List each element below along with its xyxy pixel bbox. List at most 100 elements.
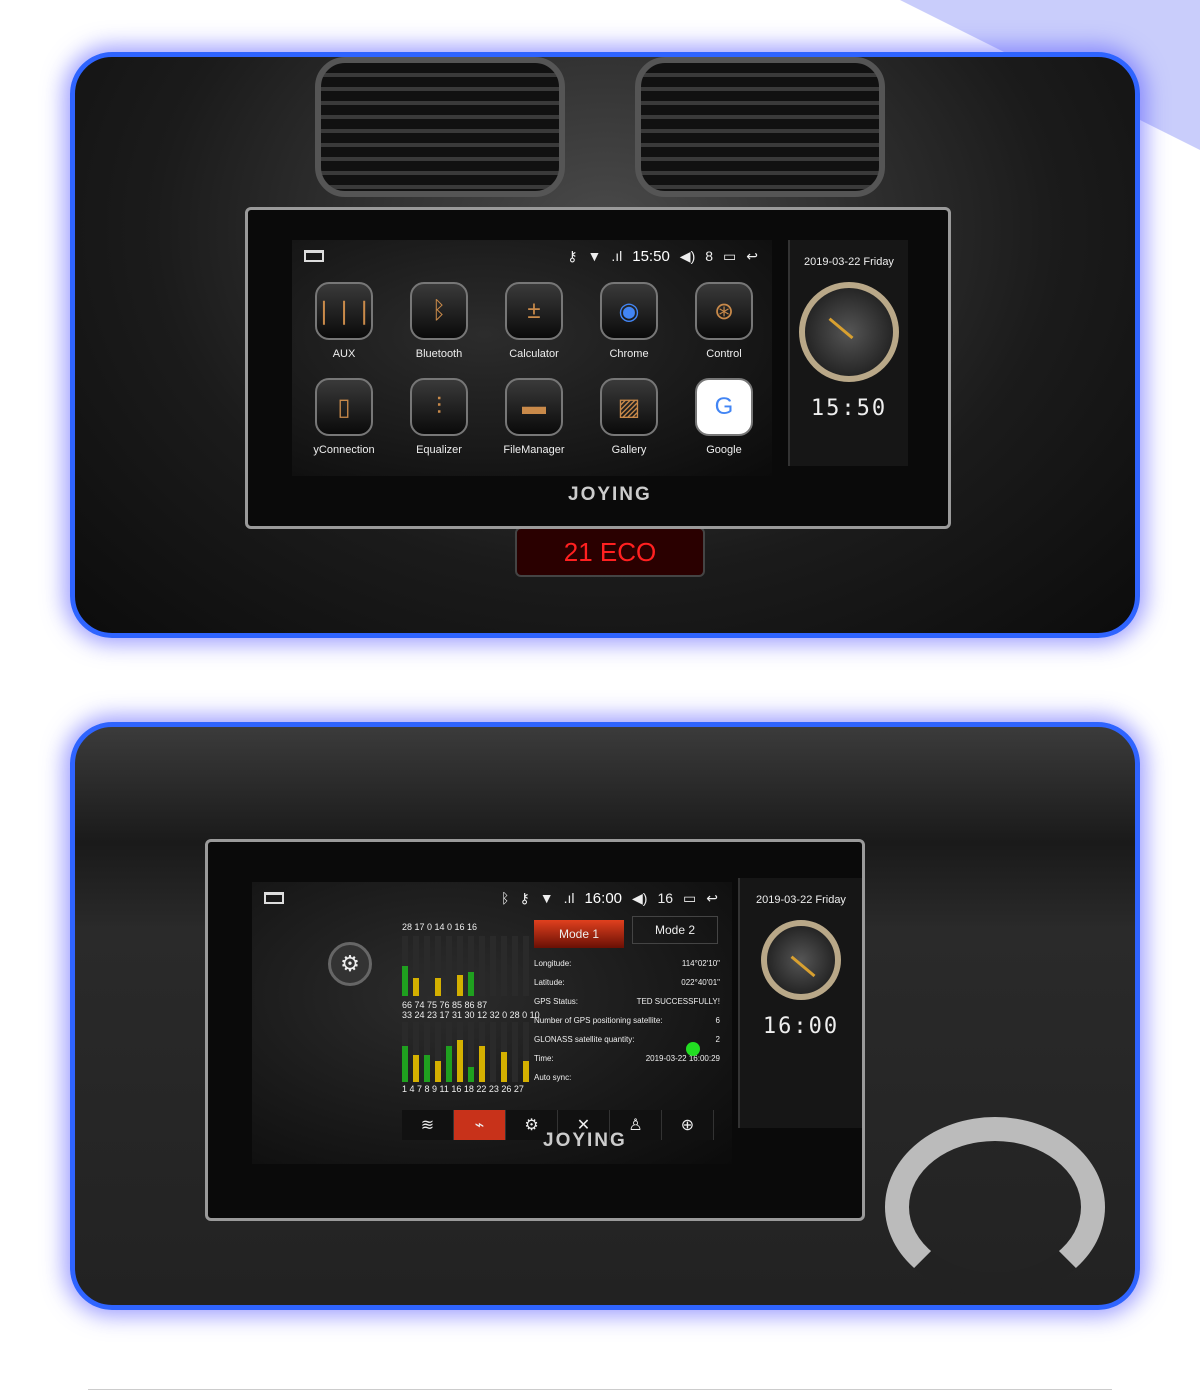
globe-icon[interactable]: ⊕ bbox=[662, 1110, 714, 1140]
signal-bar bbox=[468, 936, 474, 996]
app-chrome[interactable]: ◉ Chrome bbox=[583, 282, 675, 360]
volume-level: 16 bbox=[657, 890, 674, 906]
air-vent-left bbox=[315, 57, 565, 197]
signal-bar bbox=[479, 1022, 485, 1082]
gps-value: TED SUCCESSFULLY! bbox=[636, 997, 720, 1006]
recent-apps-icon[interactable]: ▭ bbox=[683, 890, 696, 907]
settings-knob-icon[interactable]: ⚙ bbox=[328, 942, 372, 986]
app-label: Equalizer bbox=[416, 444, 462, 456]
gps-label: Longitude: bbox=[534, 959, 572, 968]
signal-bar bbox=[512, 936, 518, 996]
app-label: Bluetooth bbox=[415, 348, 463, 360]
gps-value: 2019-03-22 16:00:29 bbox=[645, 1054, 720, 1063]
wifi-icon: ▼ bbox=[587, 248, 602, 264]
widget-date: 2019-03-22 Friday bbox=[804, 256, 894, 268]
status-bar: ᛒ ⚷ ▼ .ıl 16:00 ◀) 16 ▭ ↩ bbox=[252, 882, 732, 914]
phone-link-icon: ▯ bbox=[315, 378, 373, 436]
equalizer-icon: ⫶ bbox=[410, 378, 468, 436]
widget-time: 16:00 bbox=[762, 1014, 840, 1039]
gps-row: GPS Status: TED SUCCESSFULLY! bbox=[534, 992, 720, 1011]
gps-row: Auto sync: bbox=[534, 1068, 720, 1087]
signal-bar bbox=[490, 1022, 496, 1082]
app-google[interactable]: G Google bbox=[678, 378, 770, 456]
app-calculator[interactable]: ± Calculator bbox=[488, 282, 580, 360]
auto-sync-toggle[interactable] bbox=[686, 1042, 700, 1056]
home-icon[interactable] bbox=[264, 892, 284, 904]
folder-icon: ▬ bbox=[505, 378, 563, 436]
head-unit-bezel: ⚷ ▼ .ıl 15:50 ◀) 8 ▭ ↩ ❘❘❘ AUX ᛒ Bluetooth ±… bbox=[245, 207, 951, 529]
4g-signal-icon: .ıl bbox=[563, 890, 575, 906]
gps-label: GPS Status: bbox=[534, 997, 579, 1006]
widget-date: 2019-03-22 Friday bbox=[756, 894, 846, 906]
calculator-icon: ± bbox=[505, 282, 563, 340]
glonass-signal-bars bbox=[402, 1022, 529, 1082]
app-filemanager[interactable]: ▬ FileManager bbox=[488, 378, 580, 456]
signal-bar bbox=[435, 1022, 441, 1082]
app-aux[interactable]: ❘❘❘ AUX bbox=[298, 282, 390, 360]
signal-bar bbox=[457, 936, 463, 996]
back-icon[interactable]: ↩ bbox=[746, 248, 758, 265]
back-icon[interactable]: ↩ bbox=[706, 890, 718, 907]
signal-bar bbox=[446, 1022, 452, 1082]
app-label: Calculator bbox=[509, 348, 559, 360]
signal-bar bbox=[435, 936, 441, 996]
satellite-top-ids: 28 17 0 14 0 16 16 bbox=[402, 922, 478, 932]
signal-bar bbox=[468, 1022, 474, 1082]
app-label: Gallery bbox=[611, 444, 647, 456]
chrome-icon: ◉ bbox=[600, 282, 658, 340]
recent-apps-icon[interactable]: ▭ bbox=[723, 248, 736, 265]
mode-2-tab[interactable]: Mode 2 bbox=[632, 916, 718, 944]
gps-value: 2 bbox=[715, 1035, 720, 1044]
signal-bar bbox=[402, 936, 408, 996]
app-yconnection[interactable]: ▯ yConnection bbox=[298, 378, 390, 456]
status-time: 16:00 bbox=[584, 889, 623, 907]
app-bluetooth[interactable]: ᛒ Bluetooth bbox=[393, 282, 485, 360]
aux-cable-icon: ❘❘❘ bbox=[314, 282, 374, 340]
signal-bar bbox=[479, 936, 485, 996]
signal-bar bbox=[402, 1022, 408, 1082]
signal-bar bbox=[501, 1022, 507, 1082]
satellite-bottom-ids: 1 4 7 8 9 11 16 18 22 23 26 27 bbox=[402, 1084, 524, 1094]
signal-bar bbox=[413, 1022, 419, 1082]
photo-panel-home-screen: 21 ECO ⚷ ▼ .ıl 15:50 ◀) 8 ▭ ↩ ❘❘❘ AUX ᛒ Blu… bbox=[70, 52, 1140, 638]
satellite-top-snr: 66 74 75 76 85 86 87 bbox=[402, 1000, 488, 1010]
app-gallery[interactable]: ▨ Gallery bbox=[583, 378, 675, 456]
gps-monitor-icon[interactable]: ⌁ bbox=[454, 1110, 506, 1140]
app-label: Google bbox=[706, 444, 742, 456]
analog-clock bbox=[761, 920, 841, 1000]
gps-row: Longitude: 114°02'10" bbox=[534, 954, 720, 973]
brand-logo: JOYING bbox=[568, 484, 652, 505]
photo-panel-gps-screen: ᛒ ⚷ ▼ .ıl 16:00 ◀) 16 ▭ ↩ ⚙ 28 17 0 14 0… bbox=[70, 722, 1140, 1310]
key-icon: ⚷ bbox=[567, 247, 578, 264]
gps-info-screen: ᛒ ⚷ ▼ .ıl 16:00 ◀) 16 ▭ ↩ ⚙ 28 17 0 14 0… bbox=[252, 882, 732, 1164]
bluetooth-icon: ᛒ bbox=[501, 890, 510, 906]
app-label: Control bbox=[706, 348, 742, 360]
signal-bar bbox=[501, 936, 507, 996]
volume-icon[interactable]: ◀) bbox=[632, 890, 647, 907]
wifi-icon[interactable]: ≋ bbox=[402, 1110, 454, 1140]
climate-display-text: 21 ECO bbox=[563, 536, 657, 567]
volume-level: 8 bbox=[705, 248, 714, 264]
cup-holder bbox=[885, 1117, 1105, 1297]
signal-bar bbox=[424, 936, 430, 996]
satellite-mid-values: 33 24 23 17 31 30 12 32 0 28 0 10 bbox=[402, 1010, 540, 1020]
gps-value: 6 bbox=[715, 1016, 720, 1025]
status-time: 15:50 bbox=[632, 247, 670, 265]
app-equalizer[interactable]: ⫶ Equalizer bbox=[393, 378, 485, 456]
app-label: yConnection bbox=[313, 444, 375, 456]
analog-clock bbox=[799, 282, 899, 382]
mode-1-tab[interactable]: Mode 1 bbox=[534, 920, 624, 948]
gps-label: Time: bbox=[534, 1054, 554, 1063]
signal-bar bbox=[413, 936, 419, 996]
signal-bar bbox=[523, 1022, 529, 1082]
gps-label: Auto sync: bbox=[534, 1073, 572, 1082]
key-icon: ⚷ bbox=[519, 889, 530, 906]
gps-signal-bars bbox=[402, 936, 529, 996]
home-icon[interactable] bbox=[304, 250, 324, 262]
signal-bar bbox=[457, 1022, 463, 1082]
clock-widget: 2019-03-22 Friday 16:00 bbox=[738, 878, 862, 1128]
volume-icon[interactable]: ◀) bbox=[680, 248, 695, 265]
bluetooth-icon: ᛒ bbox=[410, 282, 468, 340]
app-control[interactable]: ⊛ Control bbox=[678, 282, 770, 360]
gps-value: 114°02'10" bbox=[681, 959, 720, 968]
